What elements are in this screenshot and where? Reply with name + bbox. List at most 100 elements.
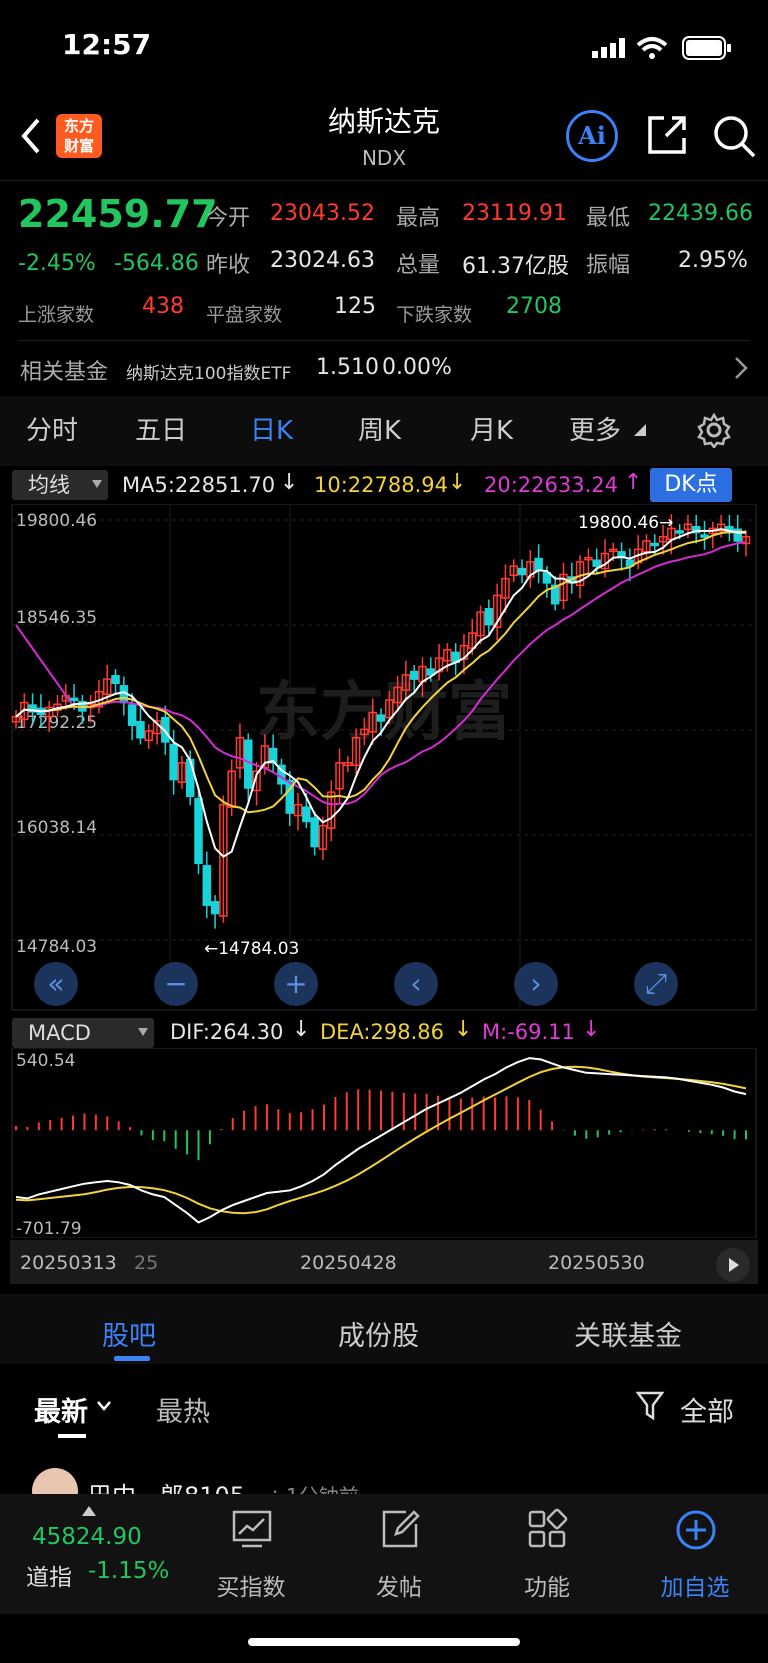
ma20-value: 20:22633.24 <box>484 473 618 497</box>
pan-left-icon[interactable]: ‹ <box>394 962 438 1006</box>
low-value: 22439.66 <box>648 201 753 226</box>
tab-more[interactable]: 更多 <box>569 410 621 447</box>
m-arrow-icon: ↓ <box>582 1017 601 1042</box>
x-axis-label: 20250313 <box>20 1252 117 1274</box>
tab-daily-k[interactable]: 日K <box>250 410 293 447</box>
candle-down <box>210 901 220 915</box>
related-fund-row[interactable]: 相关基金 纳斯达克100指数ETF 1.510 0.00% <box>0 342 768 392</box>
home-indicator[interactable] <box>248 1638 520 1646</box>
open-label: 今开 <box>206 206 251 231</box>
tab-active-indicator <box>114 1356 150 1361</box>
dea-value: DEA:298.86 <box>320 1020 444 1044</box>
candle-down <box>194 798 203 865</box>
tab-constituents[interactable]: 成份股 <box>338 1314 419 1353</box>
ma10-arrow-icon: ↓ <box>448 470 467 495</box>
add-watchlist-button[interactable]: 加自选 <box>640 1568 750 1602</box>
pan-left-icon-glyph: ‹ <box>410 967 421 1000</box>
dea-arrow-icon: ↓ <box>454 1017 473 1042</box>
filter-latest[interactable]: 最新 <box>34 1390 88 1429</box>
ma20-line <box>15 541 747 806</box>
buy-index-icon[interactable] <box>230 1508 274 1552</box>
more-dropdown-icon <box>634 424 646 436</box>
function-grid-icon[interactable] <box>526 1508 570 1552</box>
filter-all[interactable]: 全部 <box>680 1390 734 1429</box>
down-count: 2708 <box>506 294 562 319</box>
tab-intraday[interactable]: 分时 <box>26 410 78 447</box>
filter-active-indicator <box>58 1434 86 1438</box>
select-caret-icon <box>92 480 102 488</box>
related-fund-price: 1.510 <box>316 355 379 380</box>
dow-change[interactable]: -1.15% <box>88 1558 169 1584</box>
zoom-in-icon-glyph: + <box>284 967 307 1000</box>
candlestick-chart[interactable]: 19800.4618546.3517292.2516038.1414784.03… <box>0 504 768 1012</box>
rewind-icon[interactable]: « <box>34 962 78 1006</box>
pan-right-icon[interactable]: › <box>514 962 558 1006</box>
chevron-right-icon <box>735 357 748 379</box>
expand-up-icon[interactable] <box>82 1506 96 1516</box>
related-fund-change: 0.00% <box>382 355 452 380</box>
chart-frame <box>11 504 757 1011</box>
down-count-label: 下跌家数 <box>396 304 473 326</box>
macd-chart: 540.54 -701.79 <box>11 1048 757 1238</box>
indicator-select-macd[interactable]: MACD <box>12 1018 154 1048</box>
tab-related-funds[interactable]: 关联基金 <box>574 1314 682 1353</box>
filter-hot[interactable]: 最热 <box>156 1390 210 1429</box>
dea-line <box>15 1065 747 1215</box>
related-fund-label: 相关基金 <box>20 360 109 385</box>
candle-down <box>376 714 386 722</box>
zoom-in-icon[interactable]: + <box>274 962 318 1006</box>
function-button[interactable]: 功能 <box>492 1568 602 1602</box>
dow-value[interactable]: 45824.90 <box>32 1524 142 1550</box>
post-edit-icon[interactable] <box>378 1508 422 1552</box>
amplitude-value: 2.95% <box>678 248 748 273</box>
share-icon[interactable] <box>646 114 688 156</box>
candle-down <box>700 534 709 538</box>
prev-close-label: 昨收 <box>206 253 251 278</box>
flat-count-label: 平盘家数 <box>206 304 283 326</box>
post-button[interactable]: 发帖 <box>344 1568 454 1602</box>
candle-down <box>244 739 253 789</box>
ma5-arrow-icon: ↓ <box>280 470 299 495</box>
play-button[interactable] <box>716 1248 750 1282</box>
change-abs: -564.86 <box>114 251 199 276</box>
ma5-value: MA5:22851.70 <box>122 473 276 497</box>
amplitude-label: 振幅 <box>586 253 631 278</box>
dow-label[interactable]: 道指 <box>26 1558 72 1592</box>
ai-button[interactable]: Ai <box>566 110 618 162</box>
candle-down <box>136 721 145 739</box>
fullscreen-icon[interactable]: ⤢ <box>634 962 678 1006</box>
dif-line <box>15 1057 747 1224</box>
watermark-text: 东方财富 <box>256 676 512 750</box>
zoom-out-icon[interactable]: − <box>154 962 198 1006</box>
settings-gear-icon[interactable] <box>696 412 732 448</box>
filter-funnel-icon[interactable] <box>636 1390 666 1422</box>
y-axis-label: 19800.46 <box>16 511 97 531</box>
change-pct: -2.45% <box>18 251 96 276</box>
candle-down <box>302 806 311 823</box>
add-watchlist-icon[interactable] <box>674 1508 718 1552</box>
open-value: 23043.52 <box>270 201 375 226</box>
ma20-arrow-icon: ↑ <box>624 470 643 495</box>
status-time: 12:57 <box>62 28 152 61</box>
x-axis-label: 20250428 <box>300 1252 397 1274</box>
candle-down <box>592 559 601 567</box>
battery-icon <box>682 36 731 60</box>
select-caret-icon <box>138 1028 148 1036</box>
dk-point-button[interactable]: DK点 <box>650 468 732 502</box>
tab-monthly-k[interactable]: 月K <box>470 410 513 447</box>
signal-icon <box>592 38 625 58</box>
ma10-value: 10:22788.94 <box>314 473 448 497</box>
zoom-out-icon-glyph: − <box>164 967 187 1000</box>
tab-guba[interactable]: 股吧 <box>102 1314 156 1353</box>
candle-down <box>310 817 319 848</box>
search-icon[interactable] <box>712 114 756 158</box>
tab-five-day[interactable]: 五日 <box>135 410 187 447</box>
buy-index-button[interactable]: 买指数 <box>196 1568 306 1602</box>
candle-down <box>650 542 659 547</box>
macd-max-label: 540.54 <box>16 1051 75 1071</box>
max-price-marker: 19800.46→ <box>578 513 673 533</box>
candle-down <box>185 758 195 798</box>
tab-weekly-k[interactable]: 周K <box>358 410 401 447</box>
min-price-marker: ←14784.03 <box>204 939 299 959</box>
candle-down <box>69 697 79 702</box>
